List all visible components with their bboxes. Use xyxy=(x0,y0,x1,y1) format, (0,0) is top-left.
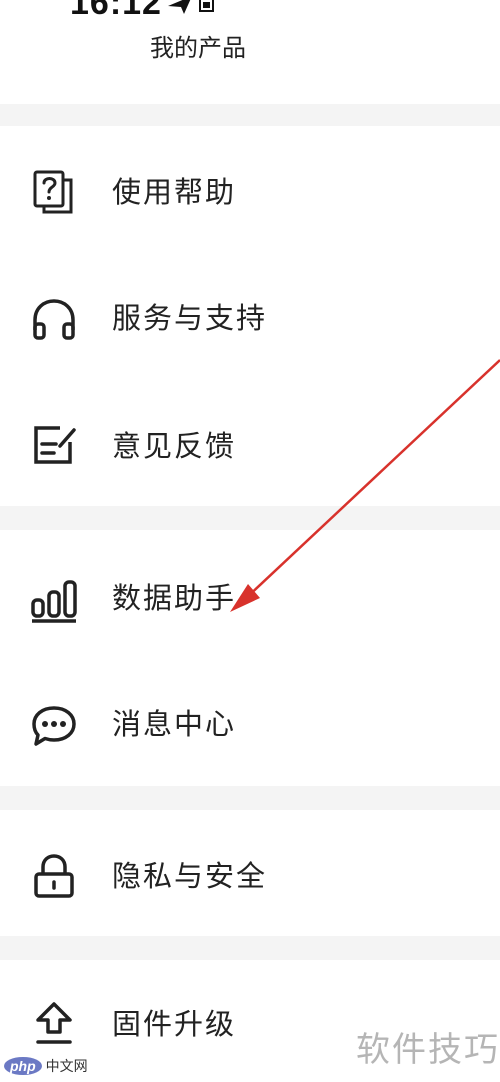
upload-icon xyxy=(36,1002,72,1044)
menu-item-messages-label: 消息中心 xyxy=(112,707,237,741)
bar-chart-icon xyxy=(31,580,77,623)
menu-group-data: 数据助手 消息中心 xyxy=(0,530,500,786)
menu-item-privacy-label: 隐私与安全 xyxy=(112,859,268,893)
tips-watermark: 软件技巧 xyxy=(356,1030,500,1070)
menu-item-service-label: 服务与支持 xyxy=(112,301,268,335)
menu-item-help[interactable]: 使用帮助 xyxy=(0,130,500,250)
php-badge: php xyxy=(4,1057,42,1075)
menu-item-data-assistant-label: 数据助手 xyxy=(112,581,237,615)
sim-card-icon xyxy=(199,0,214,12)
navigation-arrow-icon xyxy=(168,0,191,14)
menu-item-messages[interactable]: 消息中心 xyxy=(0,662,500,782)
menu-item-feedback[interactable]: 意见反馈 xyxy=(0,382,500,502)
menu-group-privacy: 隐私与安全 xyxy=(0,810,500,936)
lock-icon xyxy=(34,854,74,898)
menu-item-data-assistant[interactable]: 数据助手 xyxy=(0,534,500,654)
php-watermark: php 中文网 xyxy=(4,1054,88,1078)
menu-item-privacy[interactable]: 隐私与安全 xyxy=(0,814,500,934)
feedback-edit-icon xyxy=(34,426,76,464)
status-bar: 16:12 我的产品 xyxy=(0,0,500,104)
menu-group-support: 使用帮助 服务与支持 意见反馈 xyxy=(0,126,500,506)
headphones-icon xyxy=(33,299,75,340)
php-site-text: 中文网 xyxy=(45,1059,88,1075)
menu-item-help-label: 使用帮助 xyxy=(112,175,237,209)
menu-item-firmware-label: 固件升级 xyxy=(112,1007,237,1041)
chat-bubble-icon xyxy=(32,706,76,746)
page-title: 我的产品 xyxy=(150,34,246,62)
menu-item-feedback-label: 意见反馈 xyxy=(112,429,237,463)
help-document-icon xyxy=(33,170,73,214)
menu-item-service[interactable]: 服务与支持 xyxy=(0,258,500,378)
status-time: 16:12 xyxy=(70,0,162,22)
